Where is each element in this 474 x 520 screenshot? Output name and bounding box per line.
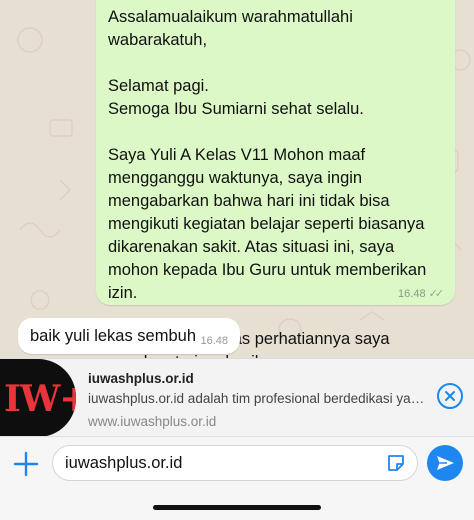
message-paragraph: Assalamualaikum warahmatullahi wabarakat… xyxy=(108,8,353,49)
message-paragraph: Saya Yuli A Kelas V11 Mohon maaf menggan… xyxy=(108,146,427,302)
message-time: 16.48 xyxy=(200,335,228,347)
close-circle-icon xyxy=(445,391,455,401)
message-time: 16.48 xyxy=(398,287,426,300)
message-input[interactable]: iuwashplus.or.id xyxy=(52,445,418,481)
link-preview-thumbnail: IW+ xyxy=(0,359,76,437)
sticker-icon[interactable] xyxy=(385,452,407,474)
outgoing-message-text: Assalamualaikum warahmatullahi wabarakat… xyxy=(108,6,448,358)
link-preview-description: iuwashplus.or.id adalah tim profesional … xyxy=(88,391,428,406)
incoming-message[interactable]: baik yuli lekas sembuh 16.48 xyxy=(18,318,240,354)
composer-bar: iuwashplus.or.id xyxy=(0,436,474,520)
link-preview[interactable]: IW+ iuwashplus.or.id iuwashplus.or.id ad… xyxy=(0,358,474,437)
double-check-icon: ✓✓ xyxy=(428,288,445,300)
message-input-value: iuwashplus.or.id xyxy=(65,454,183,472)
chat-area[interactable]: Assalamualaikum warahmatullahi wabarakat… xyxy=(0,0,474,358)
home-indicator xyxy=(153,505,321,510)
attach-button[interactable] xyxy=(12,450,40,478)
message-paragraph: Selamat pagi. Semoga Ibu Sumiarni sehat … xyxy=(108,77,364,118)
send-icon xyxy=(437,456,454,470)
link-preview-title: iuwashplus.or.id xyxy=(88,371,194,386)
outgoing-message-meta: 16.48 ✓✓ xyxy=(398,287,445,301)
send-button[interactable] xyxy=(427,445,463,481)
plus-icon xyxy=(13,451,39,477)
outgoing-message[interactable]: Assalamualaikum warahmatullahi wabarakat… xyxy=(96,0,455,358)
incoming-message-text: baik yuli lekas sembuh xyxy=(30,327,196,345)
link-preview-url: www.iuwashplus.or.id xyxy=(88,414,217,429)
iw-logo: IW+ xyxy=(4,378,76,420)
close-preview-button[interactable] xyxy=(437,383,463,409)
